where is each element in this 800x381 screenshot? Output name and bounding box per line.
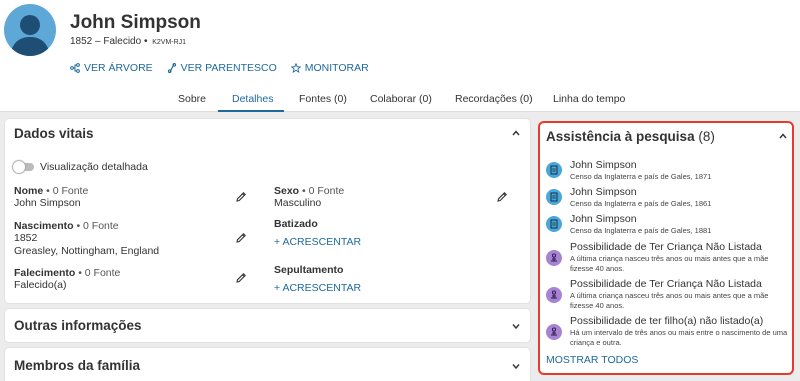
hint-subtitle: Censo da Inglaterra e país de Gales, 187… [570, 172, 712, 181]
avatar [4, 4, 56, 56]
missing-child-icon [546, 324, 562, 340]
name-field-label: Nome • 0 Fonte [14, 185, 88, 197]
birth-date: 1852 [14, 232, 38, 244]
watch-label: MONITORAR [304, 62, 369, 74]
show-all-link[interactable]: MOSTRAR TODOS [546, 354, 638, 366]
burial-label: Sepultamento [274, 264, 344, 276]
record-hint-icon [546, 216, 562, 232]
hint-subtitle: A última criança nasceu três anos ou mai… [570, 254, 769, 273]
sex-field-label: Sexo • 0 Fonte [274, 185, 344, 197]
hint-title[interactable]: John Simpson [570, 213, 637, 225]
birth-field-label: Nascimento • 0 Fonte [14, 220, 119, 232]
chevron-up-icon[interactable] [778, 131, 788, 141]
chevron-down-icon[interactable] [511, 361, 521, 371]
tab-sobre[interactable]: Sobre [178, 93, 206, 105]
research-help-label: Assistência à pesquisa [546, 129, 695, 144]
research-help-count: (8) [698, 129, 715, 144]
family-title: Membros da família [14, 358, 141, 373]
hint-title[interactable]: Possibilidade de Ter Criança Não Listada [570, 278, 762, 290]
missing-child-icon [546, 287, 562, 303]
edit-birth-pencil-icon[interactable] [235, 232, 247, 244]
view-tree-button[interactable]: VER ÁRVORE [70, 62, 153, 74]
christening-label: Batizado [274, 218, 318, 230]
hint-title[interactable]: Possibilidade de Ter Criança Não Listada [570, 241, 762, 253]
watch-button[interactable]: MONITORAR [290, 62, 369, 74]
add-burial-link[interactable]: + ACRESCENTAR [274, 282, 361, 294]
death-field-label: Falecimento • 0 Fonte [14, 267, 120, 279]
sex-value: Masculino [274, 197, 322, 209]
death-sources[interactable]: • 0 Fonte [75, 267, 120, 279]
chevron-up-icon[interactable] [511, 128, 521, 138]
person-lifespan: 1852 – Falecido • K2VM-RJ1 [70, 36, 186, 47]
other-info-title: Outras informações [14, 318, 142, 333]
view-relationship-button[interactable]: VER PARENTESCO [167, 62, 277, 74]
name-value: John Simpson [14, 197, 81, 209]
hint-title[interactable]: Possibilidade de ter filho(a) não listad… [570, 315, 763, 327]
edit-death-pencil-icon[interactable] [235, 272, 247, 284]
detailed-view-label: Visualização detalhada [40, 161, 148, 173]
hint-title[interactable]: John Simpson [570, 186, 637, 198]
hint-subtitle: A última criança nasceu três anos ou mai… [570, 291, 769, 310]
lifespan-text: 1852 – Falecido • [70, 36, 148, 47]
tab-colaborar[interactable]: Colaborar (0) [370, 93, 432, 105]
header-actions: VER ÁRVORE VER PARENTESCO MONITORAR [70, 62, 369, 74]
view-relationship-label: VER PARENTESCO [180, 62, 277, 74]
edit-name-pencil-icon[interactable] [235, 191, 247, 203]
death-label: Falecimento [14, 267, 76, 279]
person-header: John Simpson 1852 – Falecido • K2VM-RJ1 … [0, 0, 800, 86]
tab-recordacoes[interactable]: Recordações (0) [455, 93, 533, 105]
relationship-icon [167, 63, 176, 73]
tab-fontes[interactable]: Fontes (0) [299, 93, 347, 105]
name-sources[interactable]: • 0 Fonte [43, 185, 88, 197]
missing-child-icon [546, 250, 562, 266]
birth-label: Nascimento [14, 220, 74, 232]
hint-title[interactable]: John Simpson [570, 159, 637, 171]
research-help-panel: Assistência à pesquisa (8) John Simpson … [538, 121, 794, 375]
star-icon [290, 63, 301, 73]
hint-subtitle: Há um intervalo de três anos ou mais ent… [570, 328, 788, 347]
tab-linha-do-tempo[interactable]: Linha do tempo [553, 93, 625, 105]
death-value: Falecido(a) [14, 279, 67, 291]
hint-subtitle: Censo da Inglaterra e país de Gales, 186… [570, 199, 712, 208]
hint-subtitle: Censo da Inglaterra e país de Gales, 188… [570, 226, 712, 235]
birth-place: Greasley, Nottingham, England [14, 245, 160, 257]
sex-sources[interactable]: • 0 Fonte [299, 185, 344, 197]
person-id: K2VM-RJ1 [152, 39, 187, 46]
vitals-title: Dados vitais [14, 126, 94, 141]
sex-label: Sexo [274, 185, 300, 197]
chevron-down-icon[interactable] [511, 321, 521, 331]
add-christening-link[interactable]: + ACRESCENTAR [274, 236, 361, 248]
view-tree-label: VER ÁRVORE [84, 62, 153, 74]
person-name: John Simpson [70, 12, 201, 33]
record-hint-icon [546, 162, 562, 178]
tree-icon [70, 63, 80, 73]
toggle-knob[interactable] [13, 161, 25, 173]
record-hint-icon [546, 189, 562, 205]
tab-detalhes[interactable]: Detalhes [232, 93, 273, 105]
tab-bar: Sobre Detalhes Fontes (0) Colaborar (0) … [0, 86, 800, 112]
edit-sex-pencil-icon[interactable] [496, 191, 508, 203]
name-label: Nome [14, 185, 44, 197]
birth-sources[interactable]: • 0 Fonte [74, 220, 118, 232]
person-silhouette-icon [10, 15, 50, 56]
research-help-title: Assistência à pesquisa (8) [546, 129, 715, 144]
